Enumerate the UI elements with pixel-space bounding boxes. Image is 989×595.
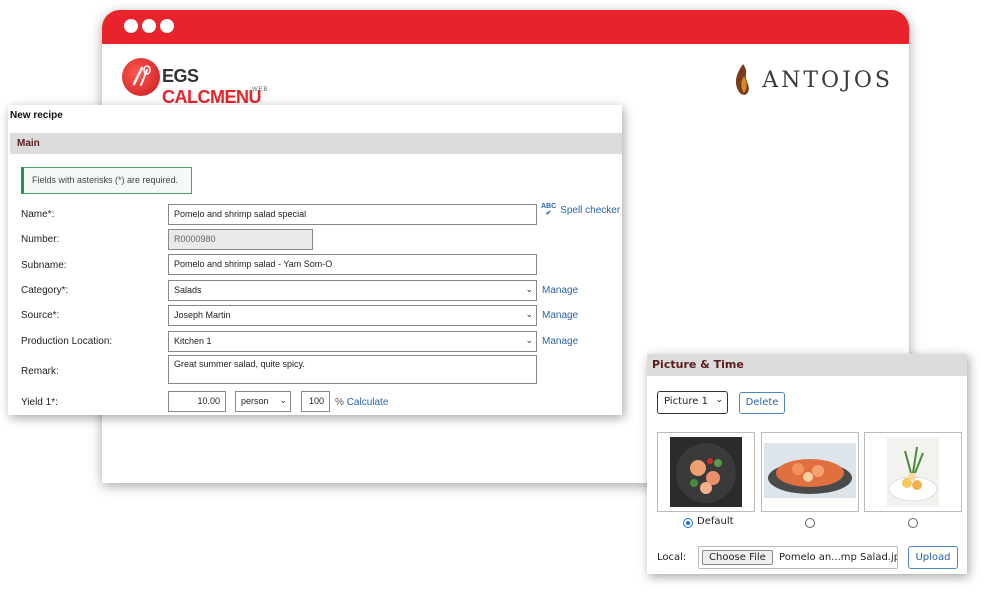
number-field: R0000980 (168, 229, 313, 250)
file-name-text: Pomelo an...mp Salad.jpg (779, 552, 898, 563)
local-label: Local: (657, 552, 687, 563)
picture-radio[interactable] (908, 518, 918, 528)
yield-percent-input[interactable]: 100 (301, 391, 330, 412)
picture-thumbnail[interactable] (761, 432, 859, 512)
panel-title: New recipe (10, 110, 63, 121)
production-location-value: Kitchen 1 (174, 336, 212, 346)
source-value: Joseph Martin (174, 310, 231, 320)
antojos-logo: ANTOJOS (732, 62, 893, 98)
remark-label: Remark: (21, 366, 59, 377)
egs-logo-subtext: WEB (252, 87, 269, 93)
egs-logo-icon (122, 58, 160, 96)
window-dot-icon (160, 19, 174, 33)
upload-button[interactable]: Upload (908, 546, 958, 569)
name-label: Name*: (21, 209, 55, 220)
yield-unit-select[interactable]: person ⌄ (235, 391, 291, 412)
yield-quantity-input[interactable]: 10.00 (168, 391, 226, 412)
manage-production-location-link[interactable]: Manage (542, 336, 578, 347)
percent-sign: % (335, 397, 344, 408)
food-photo-2 (764, 443, 856, 498)
manage-category-link[interactable]: Manage (542, 285, 578, 296)
production-location-select[interactable]: Kitchen 1 ⌄ (168, 331, 537, 352)
chevron-down-icon: ⌄ (279, 395, 287, 405)
category-label: Category*: (21, 285, 69, 296)
spell-check-icon: ABC ✔ (541, 203, 557, 217)
chevron-down-icon: ⌄ (525, 309, 533, 319)
flame-icon (736, 64, 750, 95)
picture-time-panel: Picture & Time Picture 1 ⌄ Delete Defaul… (647, 354, 967, 574)
picture-thumbnail[interactable] (657, 432, 755, 512)
required-fields-notice: Fields with asterisks (*) are required. (21, 167, 192, 194)
chevron-down-icon: ⌄ (525, 284, 533, 294)
chevron-down-icon: ⌄ (525, 335, 533, 345)
category-value: Salads (174, 285, 202, 295)
window-dot-icon (142, 19, 156, 33)
section-header-main: Main (10, 133, 622, 154)
name-input[interactable]: Pomelo and shrimp salad special (168, 204, 537, 225)
default-label: Default (697, 516, 734, 527)
picture-thumbnail[interactable] (864, 432, 962, 512)
yield-unit-value: person (241, 396, 269, 406)
new-recipe-panel: New recipe Main Fields with asterisks (*… (8, 105, 622, 415)
manage-source-link[interactable]: Manage (542, 310, 578, 321)
source-label: Source*: (21, 310, 60, 321)
number-label: Number: (21, 234, 60, 245)
default-picture-radio[interactable] (683, 518, 693, 528)
chevron-down-icon: ⌄ (715, 395, 723, 405)
delete-button[interactable]: Delete (739, 392, 785, 414)
category-select[interactable]: Salads ⌄ (168, 280, 537, 301)
food-photo-1 (670, 437, 742, 507)
calculate-row: % Calculate (335, 397, 388, 408)
picture-radio[interactable] (805, 518, 815, 528)
subname-input[interactable]: Pomelo and shrimp salad - Yam Som-O (168, 254, 537, 275)
calculate-link[interactable]: Calculate (347, 397, 389, 408)
antojos-wordmark: ANTOJOS (762, 67, 893, 93)
choose-file-button[interactable]: Choose File (702, 550, 773, 565)
source-select[interactable]: Joseph Martin ⌄ (168, 305, 537, 326)
spell-checker-label: Spell checker (560, 204, 621, 216)
spell-checker-link[interactable]: ABC ✔ Spell checker (541, 203, 620, 217)
picture-section-header: Picture & Time (647, 354, 967, 376)
food-photo-3 (887, 437, 939, 507)
file-input[interactable]: Choose File Pomelo an...mp Salad.jpg (698, 546, 898, 569)
picture-select[interactable]: Picture 1 ⌄ (657, 391, 728, 414)
subname-label: Subname: (21, 260, 67, 271)
browser-title-bar (102, 10, 909, 44)
window-dot-icon (124, 19, 138, 33)
remark-textarea[interactable]: Great summer salad, quite spicy. (168, 355, 537, 384)
yield-label: Yield 1*: (21, 397, 58, 408)
picture-select-value: Picture 1 (664, 396, 708, 407)
production-location-label: Production Location: (21, 336, 113, 347)
egs-calcmenu-logo: EGS CALCMENU WEB (122, 58, 282, 107)
